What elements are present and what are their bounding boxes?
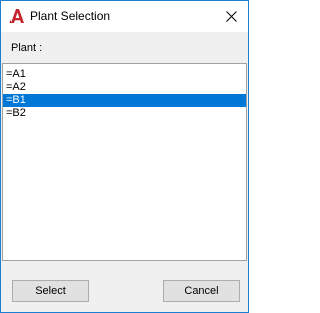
list-item-a1[interactable]: =A1: [3, 68, 246, 81]
title-bar[interactable]: Plant Selection: [1, 1, 248, 32]
close-button[interactable]: [215, 1, 248, 32]
list-item-b1[interactable]: =B1: [3, 94, 246, 107]
dialog-title: Plant Selection: [30, 9, 111, 23]
list-item-a2[interactable]: =A2: [3, 81, 246, 94]
close-icon: [226, 11, 237, 22]
autocad-logo-icon: [8, 7, 26, 25]
plant-label: Plant :: [11, 42, 43, 54]
list-item-b2[interactable]: =B2: [3, 107, 246, 120]
plant-selection-dialog: Plant Selection Plant : =A1 =A2 =B1 =B2 …: [0, 0, 249, 313]
plant-listbox[interactable]: =A1 =A2 =B1 =B2: [2, 63, 247, 261]
cancel-button[interactable]: Cancel: [163, 280, 240, 302]
select-button[interactable]: Select: [12, 280, 89, 302]
